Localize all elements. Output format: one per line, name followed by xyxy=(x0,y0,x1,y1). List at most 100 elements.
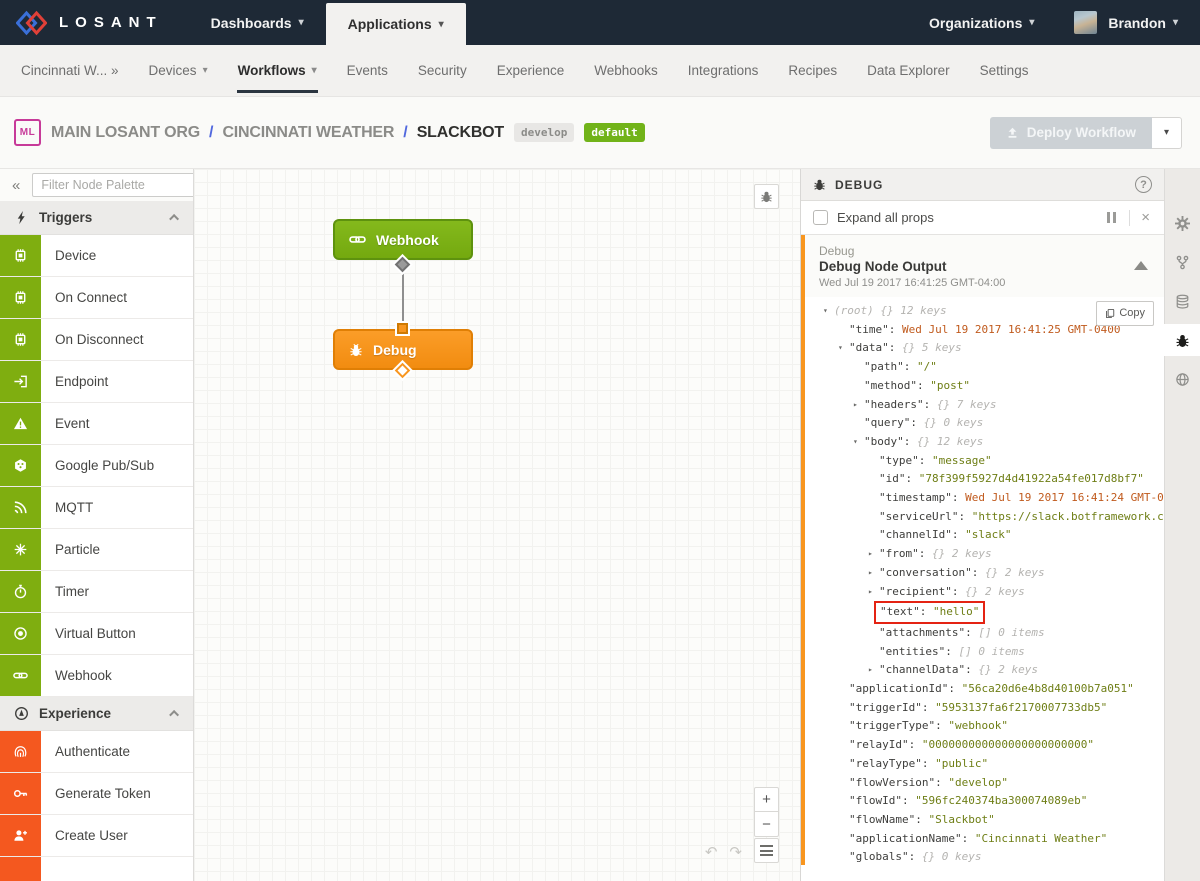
palette-item-timer[interactable]: Timer xyxy=(0,571,193,613)
palette-item-on-connect[interactable]: On Connect xyxy=(0,277,193,319)
nav-dashboards-label: Dashboards xyxy=(210,14,292,31)
app-nav-label: Cincinnati W... » xyxy=(21,63,119,78)
json-key: "attachments": xyxy=(879,625,972,639)
app-nav-label: Experience xyxy=(496,63,565,78)
palette-item-device[interactable]: Device xyxy=(0,235,193,277)
json-tree-line: "applicationId": "56ca20d6e4b8d40100b7a0… xyxy=(823,680,1164,699)
expand-node-icon[interactable]: ▸ xyxy=(853,396,864,415)
canvas-menu-button[interactable] xyxy=(754,838,779,863)
collapse-entry-icon[interactable] xyxy=(1134,261,1148,270)
breadcrumb-app[interactable]: CINCINNATI WEATHER xyxy=(222,124,394,142)
app-nav-security[interactable]: Security xyxy=(403,45,482,97)
debug-toggle-button[interactable] xyxy=(754,184,779,209)
palette-item-label: MQTT xyxy=(55,500,94,515)
json-value: "000000000000000000000000" xyxy=(915,738,1095,752)
app-nav-events[interactable]: Events xyxy=(332,45,403,97)
palette-item-virtual-button[interactable]: Virtual Button xyxy=(0,613,193,655)
palette-section-experience[interactable]: Experience xyxy=(0,697,193,731)
app-nav-experience[interactable]: Experience xyxy=(482,45,580,97)
expand-node-icon[interactable]: ▸ xyxy=(868,661,879,680)
copy-button[interactable]: Copy xyxy=(1096,301,1154,326)
deploy-workflow-button[interactable]: Deploy Workflow xyxy=(989,116,1152,149)
nav-dashboards[interactable]: Dashboards ▾ xyxy=(189,0,326,45)
palette-item-endpoint[interactable]: Endpoint xyxy=(0,361,193,403)
app-nav-devices[interactable]: Devices ▾ xyxy=(134,45,223,97)
palette-item-on-disconnect[interactable]: On Disconnect xyxy=(0,319,193,361)
palette-item-create-user[interactable]: Create User xyxy=(0,815,193,857)
debug-entry-timestamp: Wed Jul 19 2017 16:41:25 GMT-04:00 xyxy=(819,277,1006,289)
strip-database-icon[interactable] xyxy=(1165,285,1200,317)
debug-input-port[interactable] xyxy=(397,323,408,334)
chevron-down-icon: ▾ xyxy=(1172,17,1178,28)
avatar[interactable] xyxy=(1074,11,1098,34)
palette-item-google-pub-sub[interactable]: Google Pub/Sub xyxy=(0,445,193,487)
json-key: "applicationName": xyxy=(849,831,969,845)
close-icon[interactable]: × xyxy=(1139,209,1152,226)
strip-gear-icon[interactable] xyxy=(1165,207,1200,239)
expand-node-icon[interactable]: ▸ xyxy=(868,564,879,583)
collapse-node-icon[interactable]: ▾ xyxy=(838,339,849,358)
breadcrumb-org[interactable]: MAIN LOSANT ORG xyxy=(51,124,200,142)
collapse-node-icon[interactable]: ▾ xyxy=(853,433,864,452)
deploy-workflow-split-button: Deploy Workflow ▾ xyxy=(989,116,1182,149)
palette-item-event[interactable]: Event xyxy=(0,403,193,445)
json-key: "triggerType": xyxy=(849,719,942,733)
node-webhook[interactable]: Webhook xyxy=(333,219,473,260)
debug-entry-title: Debug Node Output xyxy=(819,259,947,274)
palette-item-partial[interactable] xyxy=(0,857,193,881)
json-key: "relayId": xyxy=(849,738,916,752)
expand-node-icon[interactable]: ▸ xyxy=(868,545,879,564)
collapse-palette-icon[interactable]: « xyxy=(8,177,24,194)
strip-fork-icon[interactable] xyxy=(1165,246,1200,278)
app-nav-integrations[interactable]: Integrations xyxy=(673,45,774,97)
expand-node-icon[interactable]: ▸ xyxy=(868,583,879,602)
pause-icon[interactable] xyxy=(1103,212,1120,223)
help-icon[interactable]: ? xyxy=(1135,176,1152,193)
json-key: "timestamp": xyxy=(879,491,959,505)
deploy-options-button[interactable]: ▾ xyxy=(1152,116,1182,149)
nav-applications-label: Applications xyxy=(347,16,432,32)
strip-bug-icon[interactable] xyxy=(1164,324,1200,356)
palette-item-generate-token[interactable]: Generate Token xyxy=(0,773,193,815)
app-nav-recipes[interactable]: Recipes xyxy=(773,45,852,97)
palette-item-label: Endpoint xyxy=(55,374,109,389)
breadcrumb-flow: SLACKBOT xyxy=(416,123,504,141)
undo-icon[interactable]: ↶ xyxy=(705,843,718,861)
losant-logo[interactable]: LOSANT xyxy=(0,0,189,45)
losant-diamonds-icon xyxy=(16,10,47,36)
application-nav: Cincinnati W... » Devices ▾ Workflows ▾ Event… xyxy=(0,45,1200,97)
palette-item-particle[interactable]: Particle xyxy=(0,529,193,571)
strip-globe-icon[interactable] xyxy=(1165,363,1200,395)
json-tree-line: ▾ "data": {} 5 keys xyxy=(823,339,1164,358)
zoom-in-button[interactable]: + xyxy=(754,787,779,812)
filter-node-palette-input[interactable] xyxy=(32,173,193,197)
zoom-out-button[interactable]: − xyxy=(754,812,779,837)
json-tree-line: ▸ "headers": {} 7 keys xyxy=(823,396,1164,415)
palette-item-mqtt[interactable]: MQTT xyxy=(0,487,193,529)
debug-entry-node: Debug xyxy=(819,244,855,258)
json-key: "triggerId": xyxy=(849,700,929,714)
app-nav-workflows[interactable]: Workflows ▾ xyxy=(223,45,332,97)
nav-organizations[interactable]: Organizations ▾ xyxy=(907,15,1056,31)
json-tree: Copy ▾ (root) {} 12 keys "time": Wed Jul 1… xyxy=(805,297,1164,865)
json-value: {} 0 keys xyxy=(916,416,984,430)
app-nav-label: Devices xyxy=(148,63,197,78)
palette-item-webhook[interactable]: Webhook xyxy=(0,655,193,697)
json-value: "post" xyxy=(923,378,970,392)
palette-item-authenticate[interactable]: Authenticate xyxy=(0,731,193,773)
nav-user-menu[interactable]: Brandon ▾ xyxy=(1106,15,1200,31)
json-tree-line: "timestamp": Wed Jul 19 2017 16:41:24 GM… xyxy=(823,489,1164,508)
breadcrumb-separator: / xyxy=(209,123,214,141)
org-badge[interactable]: ML xyxy=(14,119,41,146)
app-nav-webhooks[interactable]: Webhooks xyxy=(579,45,673,97)
app-nav-cincinnati-w[interactable]: Cincinnati W... » xyxy=(6,45,134,97)
expand-all-props-checkbox[interactable] xyxy=(813,210,828,225)
workflow-canvas[interactable]: Webhook Debug + − ↶ ↷ xyxy=(194,169,800,881)
app-nav-settings[interactable]: Settings xyxy=(965,45,1044,97)
app-nav-data-explorer[interactable]: Data Explorer xyxy=(852,45,965,97)
collapse-node-icon[interactable]: ▾ xyxy=(823,302,834,321)
nav-applications[interactable]: Applications ▾ xyxy=(325,3,466,45)
redo-icon[interactable]: ↷ xyxy=(729,843,742,861)
json-value: "develop" xyxy=(941,775,1008,789)
palette-section-triggers[interactable]: Triggers xyxy=(0,201,193,235)
